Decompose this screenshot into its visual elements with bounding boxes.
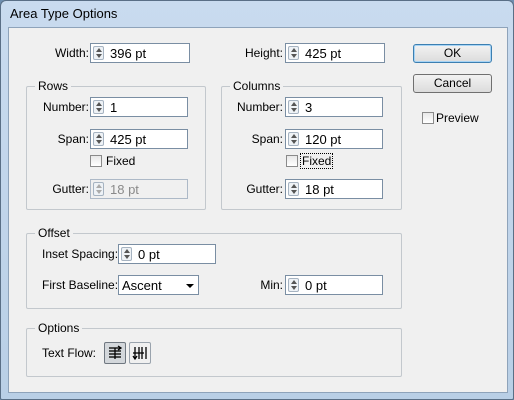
rows-span-label: Span:	[57, 132, 89, 146]
inset-spacing-spinner-icon[interactable]	[121, 247, 132, 261]
width-spinner-icon[interactable]	[93, 46, 104, 60]
preview-checkbox[interactable]	[422, 112, 434, 124]
height-field[interactable]: 425 pt	[285, 43, 385, 63]
rows-number-label: Number:	[42, 100, 89, 114]
columns-gutter-value: 18 pt	[305, 182, 334, 197]
min-spinner-icon[interactable]	[288, 278, 299, 292]
columns-number-field[interactable]: 3	[285, 97, 383, 117]
rows-fixed-checkbox[interactable]	[90, 155, 102, 167]
inset-spacing-value: 0 pt	[138, 247, 160, 262]
columns-gutter-spinner-icon[interactable]	[288, 182, 299, 196]
chevron-down-icon	[186, 284, 194, 288]
dialog-title: Area Type Options	[10, 6, 118, 21]
dialog-window: Area Type Options Width: 396 pt Height: …	[0, 0, 514, 400]
rows-gutter-spinner-icon	[93, 182, 104, 196]
preview-label[interactable]: Preview	[436, 111, 479, 125]
columns-span-spinner-icon[interactable]	[288, 132, 299, 146]
rows-span-spinner-icon[interactable]	[93, 132, 104, 146]
inset-spacing-field[interactable]: 0 pt	[118, 244, 216, 264]
columns-span-value: 120 pt	[305, 132, 342, 147]
rows-fixed-label[interactable]: Fixed	[106, 154, 135, 168]
rows-gutter-field: 18 pt	[90, 179, 188, 199]
first-baseline-dropdown[interactable]: Ascent	[118, 275, 199, 295]
rows-span-value: 425 pt	[110, 132, 147, 147]
min-value: 0 pt	[305, 278, 327, 293]
width-field[interactable]: 396 pt	[90, 43, 190, 63]
rows-number-field[interactable]: 1	[90, 97, 188, 117]
text-flow-label: Text Flow:	[42, 346, 97, 360]
rows-group-title: Rows	[35, 79, 72, 93]
min-field[interactable]: 0 pt	[285, 275, 383, 295]
height-label: Height:	[244, 46, 283, 60]
columns-group-title: Columns	[230, 79, 284, 93]
ok-button[interactable]: OK	[413, 44, 492, 63]
columns-gutter-field[interactable]: 18 pt	[285, 179, 383, 199]
min-label: Min:	[260, 278, 283, 292]
columns-span-field[interactable]: 120 pt	[285, 129, 383, 149]
rows-number-value: 1	[110, 100, 118, 115]
options-group-title: Options	[35, 321, 83, 335]
first-baseline-value: Ascent	[122, 278, 162, 293]
columns-number-spinner-icon[interactable]	[288, 100, 299, 114]
width-label: Width:	[54, 46, 89, 60]
columns-number-label: Number:	[236, 100, 283, 114]
columns-fixed-label[interactable]: Fixed	[299, 153, 334, 169]
columns-fixed-checkbox[interactable]	[286, 155, 298, 167]
columns-number-value: 3	[305, 100, 313, 115]
text-flow-by-columns-button[interactable]	[129, 342, 151, 364]
height-value: 425 pt	[305, 46, 342, 61]
text-flow-by-rows-icon	[109, 345, 123, 359]
text-flow-by-columns-icon	[132, 347, 147, 361]
cancel-button[interactable]: Cancel	[413, 74, 492, 93]
text-flow-by-rows-button[interactable]	[104, 342, 126, 364]
dialog-body: Width: 396 pt Height: 425 pt Rows Number…	[8, 27, 508, 393]
columns-gutter-label: Gutter:	[246, 182, 283, 196]
rows-number-spinner-icon[interactable]	[93, 100, 104, 114]
rows-span-field[interactable]: 425 pt	[90, 129, 188, 149]
height-spinner-icon[interactable]	[288, 46, 299, 60]
offset-group-title: Offset	[35, 226, 73, 240]
rows-gutter-label: Gutter:	[52, 182, 89, 196]
columns-span-label: Span:	[251, 132, 283, 146]
rows-gutter-value: 18 pt	[110, 182, 139, 197]
width-value: 396 pt	[110, 46, 147, 61]
inset-spacing-label: Inset Spacing:	[42, 247, 119, 261]
title-bar[interactable]: Area Type Options	[1, 1, 513, 27]
first-baseline-label: First Baseline:	[42, 278, 119, 292]
